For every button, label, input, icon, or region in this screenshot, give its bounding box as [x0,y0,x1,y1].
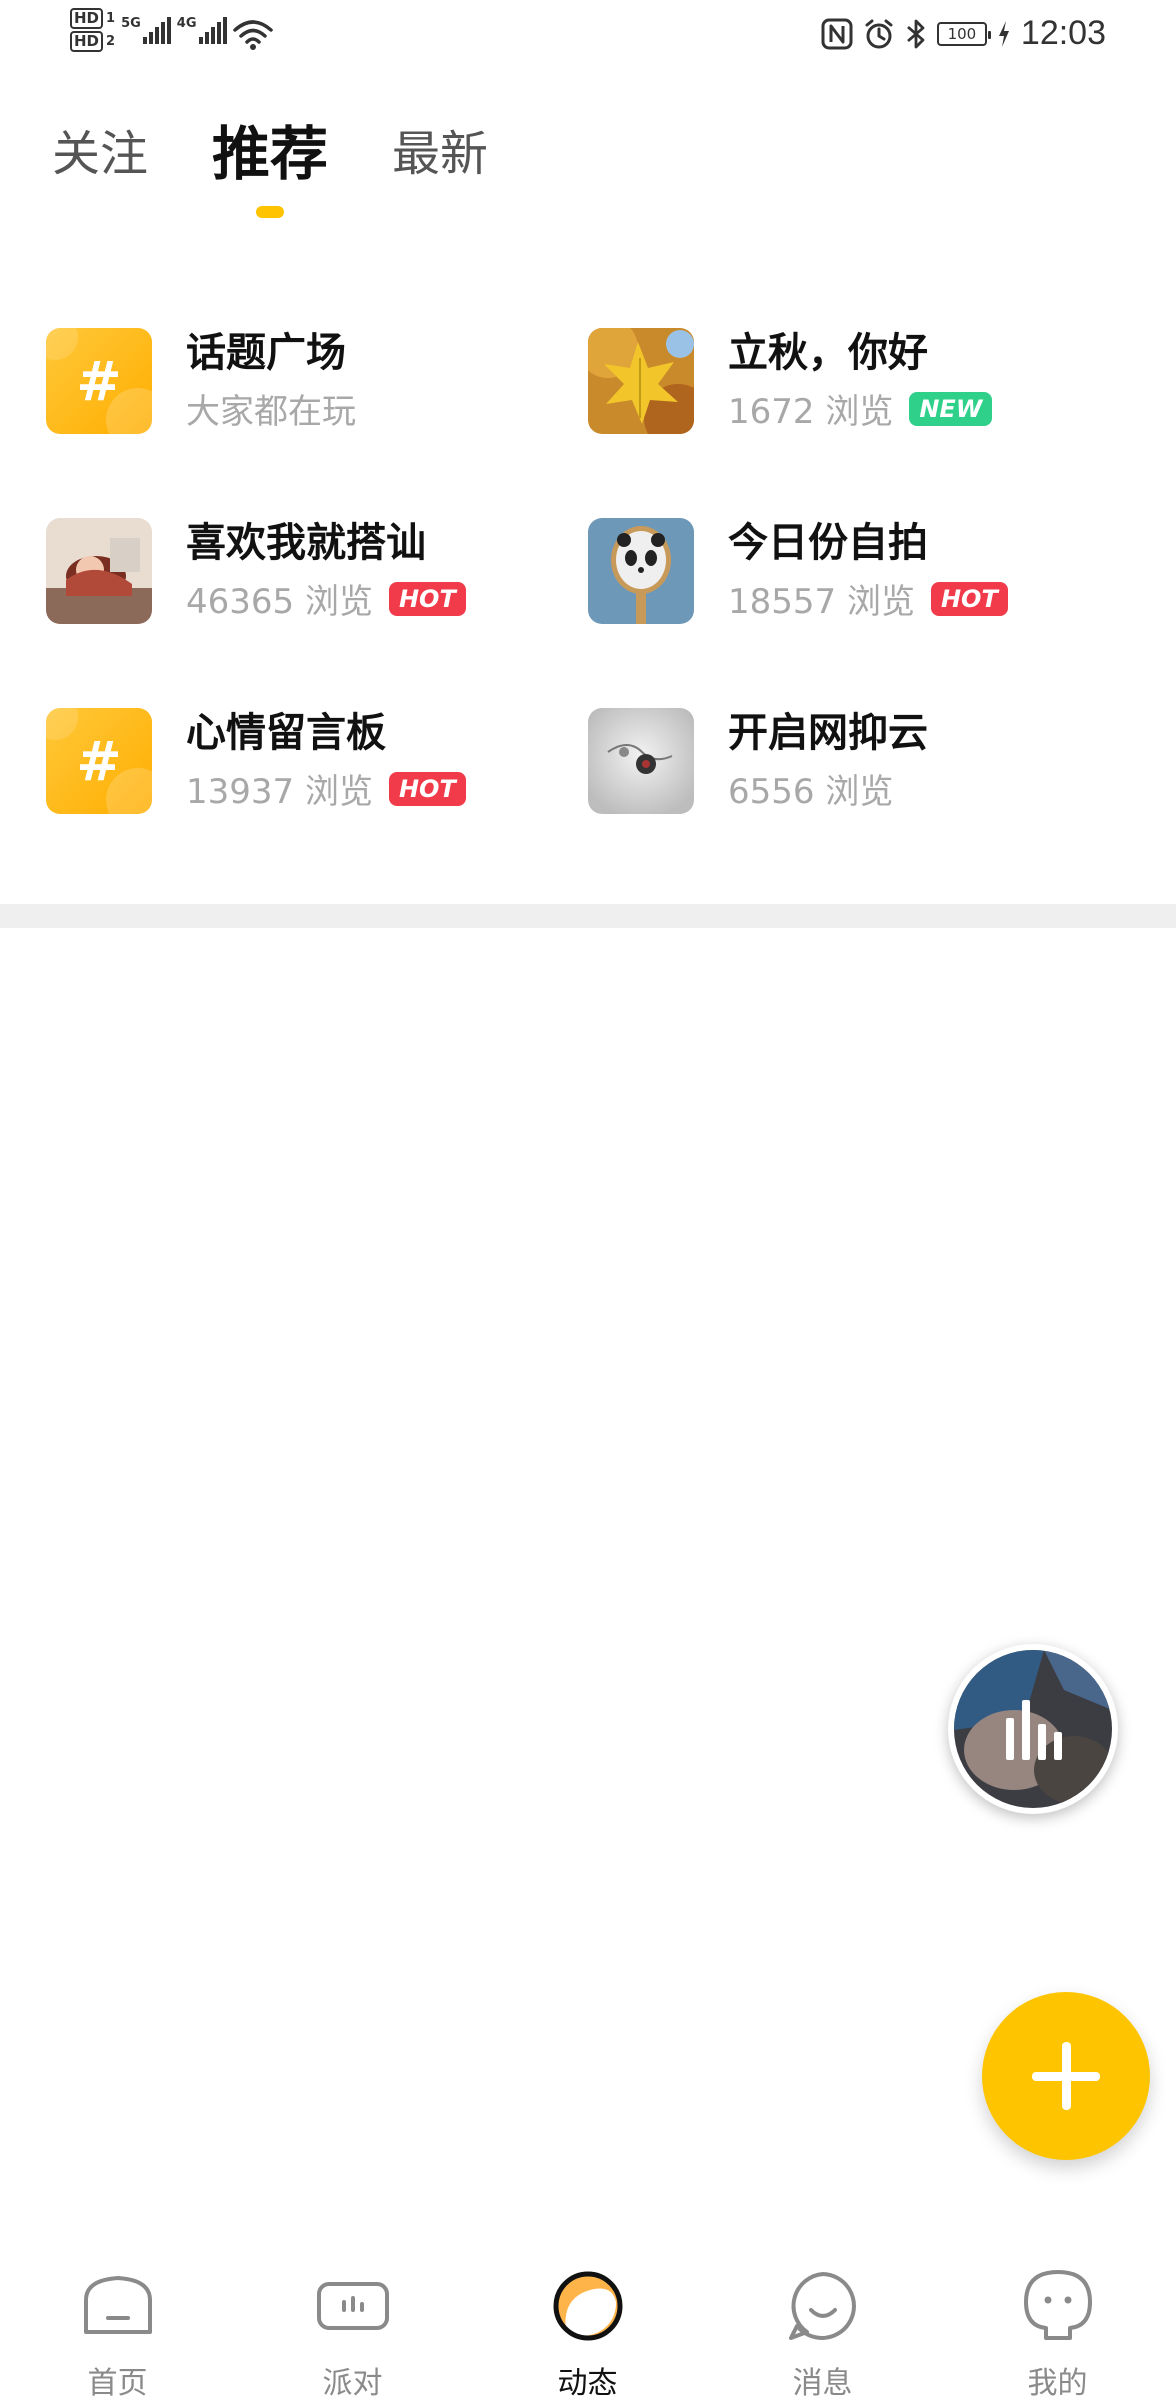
hash-icon: # [46,328,152,434]
topic-title: 今日份自拍 [728,520,928,566]
topic-item[interactable]: # 心情留言板 13937 浏览 HOT [46,700,566,814]
topic-subtitle: 大家都在玩 [186,392,356,432]
topic-title: 心情留言板 [186,710,386,756]
clock: 12:03 [1020,14,1106,52]
hot-badge: HOT [388,771,466,806]
topic-views: 13937 浏览 [186,772,373,812]
nav-moments[interactable]: 动态 [470,2240,705,2401]
message-icon [788,2272,856,2340]
earphones-image [588,708,694,814]
autumn-leaves-image [588,328,694,434]
nav-label: 消息 [792,2366,853,2401]
nav-label: 我的 [1027,2366,1088,2401]
topic-item[interactable]: # 话题广场 大家都在玩 [46,320,566,434]
moments-icon [553,2271,622,2341]
topic-title: 话题广场 [186,330,346,376]
topic-item[interactable]: 今日份自拍 18557 浏览 HOT [588,510,1108,624]
hot-badge: HOT [930,581,1008,616]
topic-title: 开启网抑云 [728,710,928,756]
tab-recommend[interactable]: 推荐 [212,120,329,218]
charging-icon [998,20,1009,47]
hot-badge: HOT [388,581,466,616]
floating-voice-room-button[interactable] [948,1644,1118,1814]
bottom-navigation: 首页 派对 动态 消息 我的 [0,2240,1176,2401]
feed-tabs: 关注 推荐 最新 [52,120,488,218]
nav-profile[interactable]: 我的 [940,2240,1175,2401]
home-icon [83,2276,152,2334]
signal-4g-icon: 4G [177,16,227,44]
nav-label: 首页 [87,2366,148,2401]
battery-icon: 100 [936,21,991,46]
wifi-icon [232,20,273,50]
bluetooth-icon [906,19,925,48]
nav-party[interactable]: 派对 [235,2240,470,2401]
plus-icon [1032,2042,1100,2110]
girl-illustration-image [46,518,152,624]
status-left: HD 1 HD 2 5G 4G [70,8,273,52]
panda-mirror-image [588,518,694,624]
topic-views: 46365 浏览 [186,582,373,622]
create-post-button[interactable] [982,1992,1150,2160]
sim1-hd-indicator: HD 1 [70,8,115,29]
nav-home[interactable]: 首页 [0,2240,235,2401]
topic-views: 18557 浏览 [728,582,915,622]
status-bar: HD 1 HD 2 5G 4G 100 12:03 [0,0,1176,72]
topic-views: 6556 浏览 [728,772,894,812]
nav-label: 动态 [557,2366,618,2401]
nav-messages[interactable]: 消息 [705,2240,940,2401]
topic-item[interactable]: 开启网抑云 6556 浏览 [588,700,1108,814]
profile-icon [1023,2270,1092,2340]
topic-title: 喜欢我就搭讪 [186,520,426,566]
alarm-icon [865,19,893,48]
topic-item[interactable]: 立秋，你好 1672 浏览 NEW [588,320,1108,434]
tab-follow[interactable]: 关注 [52,120,148,188]
nav-label: 派对 [322,2366,383,2401]
topic-item[interactable]: 喜欢我就搭讪 46365 浏览 HOT [46,510,566,624]
topic-views: 1672 浏览 [728,392,894,432]
section-divider [0,904,1176,928]
active-tab-indicator [256,206,285,218]
tab-recommend-label: 推荐 [212,120,329,188]
nfc-icon [821,18,853,49]
signal-5g-icon: 5G [121,16,171,44]
new-badge: NEW [909,391,993,426]
voice-room-avatar [954,1650,1112,1808]
tab-latest[interactable]: 最新 [392,120,488,188]
status-right: 100 12:03 [821,14,1106,53]
topic-title: 立秋，你好 [728,330,928,376]
sim2-hd-indicator: HD 2 [70,31,115,52]
party-icon [316,2282,389,2330]
hash-icon: # [46,708,152,814]
